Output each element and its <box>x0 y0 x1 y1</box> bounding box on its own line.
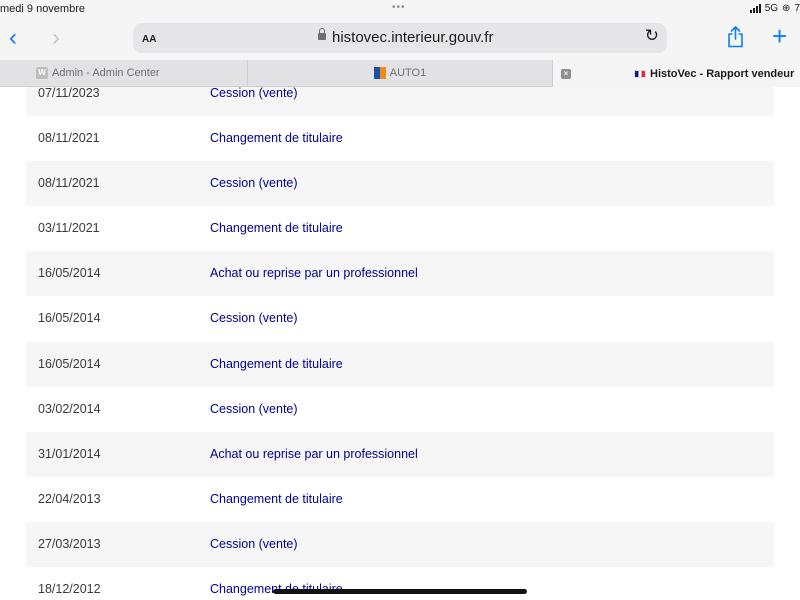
reader-settings-label: AA <box>142 34 157 45</box>
forward-button[interactable]: › <box>52 23 60 53</box>
event-type: Cession (vente) <box>210 176 298 191</box>
tab-auto1[interactable]: AUTO1 <box>248 60 553 86</box>
history-row: 16/05/2014 Changement de titulaire <box>26 341 774 387</box>
page-content[interactable]: 07/11/2023 Cession (vente) 08/11/2021 Chang… <box>0 87 800 600</box>
wix-favicon-icon: W <box>36 67 48 79</box>
home-indicator[interactable] <box>273 589 527 594</box>
status-date: medi 9 novembre <box>0 3 85 15</box>
history-row: 07/11/2023 Cession (vente) <box>26 87 774 117</box>
history-row: 27/03/2013 Cession (vente) <box>26 521 774 568</box>
address-bar[interactable]: AA histovec.interieur.gouv.fr ↻ <box>133 23 667 53</box>
status-bar: medi 9 novembre ••• 5G ⊕ 7 <box>0 0 800 20</box>
event-date: 08/11/2021 <box>38 176 100 191</box>
history-row: 18/12/2012Changement de titulaire <box>26 567 774 600</box>
french-flag-icon <box>634 69 646 78</box>
history-row: 22/04/2013 Changement de titulaire <box>26 476 774 522</box>
event-type: Changement de titulaire <box>210 491 343 506</box>
history-row: 03/02/2014 Cession (vente) <box>26 386 774 432</box>
event-date: 07/11/2023 <box>38 87 100 100</box>
history-row: 08/11/2021 Changement de titulaire <box>26 116 774 162</box>
reload-icon[interactable]: ↻ <box>645 26 659 46</box>
close-tab-icon[interactable]: × <box>561 68 571 79</box>
history-row: 03/11/2021 Changement de titulaire <box>26 206 774 252</box>
url-text[interactable]: histovec.interieur.gouv.fr <box>332 29 493 46</box>
event-date: 22/04/2013 <box>38 491 101 506</box>
event-date: 27/03/2013 <box>38 536 101 551</box>
event-type: Changement de titulaire <box>210 356 343 371</box>
event-date: 03/02/2014 <box>38 401 101 416</box>
history-table: 07/11/2023 Cession (vente) 08/11/2021 Chang… <box>26 87 774 600</box>
signal-icon <box>749 4 761 13</box>
orientation-lock-icon: ⊕ <box>782 3 791 14</box>
tab-label: Admin - Admin Center <box>52 67 160 79</box>
event-type: Cession (vente) <box>210 536 298 551</box>
history-row: 16/05/2014 Cession (vente) <box>26 296 774 342</box>
tab-label: HistoVec - Rapport vendeur <box>650 67 795 80</box>
event-date: 16/05/2014 <box>38 356 101 371</box>
browser-toolbar: ‹ › AA histovec.interieur.gouv.fr ↻ + <box>0 20 800 60</box>
auto1-favicon-icon <box>373 67 386 79</box>
new-tab-button[interactable]: + <box>772 21 787 51</box>
event-date: 31/01/2014 <box>38 446 101 461</box>
history-row: 16/05/2014 Achat ou reprise par un profes… <box>26 251 774 297</box>
tab-histovec[interactable]: × HistoVec - Rapport vendeur <box>553 60 800 87</box>
event-type: Cession (vente) <box>210 311 298 326</box>
network-label: 5G <box>764 3 779 14</box>
event-date: 16/05/2014 <box>38 266 101 281</box>
event-type: Achat ou reprise par un professionnel <box>210 446 418 461</box>
event-date: 16/05/2014 <box>38 311 101 326</box>
back-button[interactable]: ‹ <box>9 23 17 53</box>
history-row: 31/01/2014 Achat ou reprise par un profes… <box>26 431 774 477</box>
tab-label: AUTO1 <box>389 67 427 79</box>
share-icon[interactable] <box>727 26 744 48</box>
event-date: 03/11/2021 <box>38 221 100 236</box>
event-type: Changement de titulaire <box>210 221 343 236</box>
status-indicators: 5G ⊕ 7 <box>749 3 800 14</box>
reader-settings-button[interactable]: AA <box>142 30 156 45</box>
tab-admin-center[interactable]: W Admin - Admin Center <box>0 60 248 86</box>
tab-bar: W Admin - Admin Center AUTO1 × HistoVec … <box>0 60 800 87</box>
event-type: Changement de titulaire <box>210 131 343 146</box>
event-type: Cession (vente) <box>210 87 298 100</box>
multitasking-dots-icon[interactable]: ••• <box>392 2 406 13</box>
history-row: 08/11/2021 Cession (vente) <box>26 161 774 207</box>
event-type: Cession (vente) <box>210 401 298 416</box>
event-date: 08/11/2021 <box>38 131 100 146</box>
event-date: 18/12/2012 <box>38 582 101 597</box>
lock-icon <box>318 28 326 40</box>
event-type: Achat ou reprise par un professionnel <box>210 266 418 281</box>
battery-label: 7 <box>794 3 800 14</box>
